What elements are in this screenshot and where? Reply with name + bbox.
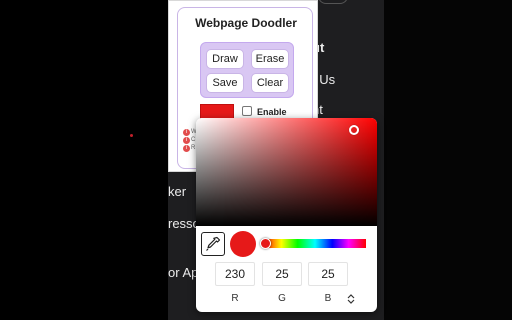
info-line: R bbox=[191, 145, 196, 151]
doodler-title: Webpage Doodler bbox=[195, 16, 297, 30]
color-picker: 230 25 25 R G B bbox=[196, 118, 377, 312]
red-channel-label: R bbox=[231, 293, 239, 304]
info-icon: i bbox=[183, 145, 190, 152]
color-preview bbox=[230, 231, 256, 257]
up-down-arrows-icon bbox=[347, 294, 355, 304]
eyedropper-button[interactable] bbox=[201, 232, 225, 256]
hue-slider[interactable] bbox=[264, 239, 366, 248]
eyedropper-icon bbox=[206, 236, 221, 251]
clear-button[interactable]: Clear bbox=[251, 73, 289, 93]
red-dot bbox=[130, 134, 133, 137]
saturation-value-area[interactable] bbox=[196, 118, 377, 226]
info-icon: i bbox=[183, 137, 190, 144]
blue-channel-label: B bbox=[324, 293, 332, 304]
saturation-value-handle[interactable] bbox=[349, 125, 359, 135]
erase-button[interactable]: Erase bbox=[251, 49, 289, 69]
info-line: C bbox=[191, 137, 196, 143]
background-left-panel bbox=[0, 0, 168, 320]
save-button[interactable]: Save bbox=[206, 73, 244, 93]
draw-button[interactable]: Draw bbox=[206, 49, 244, 69]
background-text: ker bbox=[168, 184, 187, 199]
red-channel-input[interactable]: 230 bbox=[215, 262, 255, 286]
background-right-panel bbox=[384, 0, 512, 320]
hue-slider-handle[interactable] bbox=[260, 238, 271, 249]
tool-button-group: Draw Erase Save Clear bbox=[200, 42, 294, 98]
green-channel-label: G bbox=[278, 293, 286, 304]
enable-label: Enable bbox=[257, 107, 287, 117]
background-text: or Ap bbox=[168, 265, 199, 280]
blue-channel-input[interactable]: 25 bbox=[308, 262, 348, 286]
info-icon: i bbox=[183, 129, 190, 136]
color-mode-toggle[interactable] bbox=[346, 293, 356, 305]
green-channel-input[interactable]: 25 bbox=[262, 262, 302, 286]
enable-checkbox[interactable] bbox=[242, 106, 252, 116]
